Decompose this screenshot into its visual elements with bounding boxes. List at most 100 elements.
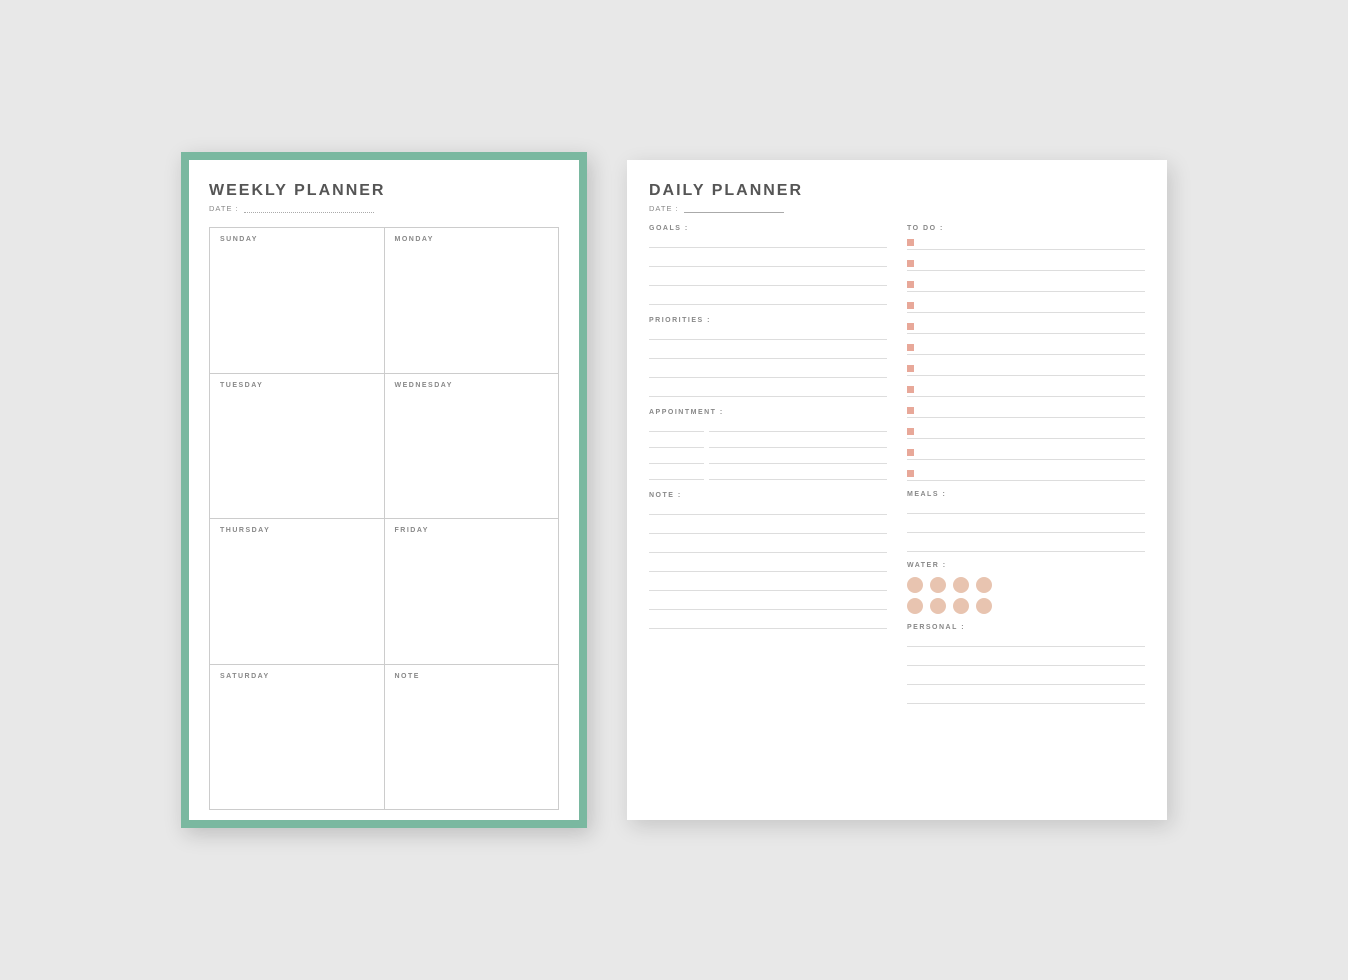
personal-line-1[interactable] — [907, 635, 1145, 647]
todo-line-5 — [919, 320, 1145, 333]
priorities-label: PRIORITIES : — [649, 317, 887, 324]
appointment-section: APPOINTMENT : — [649, 409, 887, 480]
todo-item-2[interactable] — [907, 257, 1145, 271]
goals-line-1[interactable] — [649, 236, 887, 248]
weekly-cell-monday: MONDAY — [385, 228, 560, 374]
todo-bullet-8 — [907, 386, 914, 393]
note-line-7[interactable] — [649, 617, 887, 629]
weekly-cell-saturday: SATURDAY — [210, 665, 385, 811]
personal-line-3[interactable] — [907, 673, 1145, 685]
weekly-date-row: DATE : — [209, 204, 559, 213]
monday-label: MONDAY — [395, 236, 549, 243]
weekly-cell-sunday: SUNDAY — [210, 228, 385, 374]
goals-line-3[interactable] — [649, 274, 887, 286]
meals-line-1[interactable] — [907, 502, 1145, 514]
todo-item-6[interactable] — [907, 341, 1145, 355]
todo-item-12[interactable] — [907, 467, 1145, 481]
note-line-4[interactable] — [649, 560, 887, 572]
daily-left: GOALS : PRIORITIES : — [649, 225, 887, 806]
priorities-line-3[interactable] — [649, 366, 887, 378]
todo-item-4[interactable] — [907, 299, 1145, 313]
todo-bullet-11 — [907, 449, 914, 456]
sunday-label: SUNDAY — [220, 236, 374, 243]
todo-bullet-2 — [907, 260, 914, 267]
water-circle-4[interactable] — [976, 577, 992, 593]
todo-bullet-9 — [907, 407, 914, 414]
meals-line-2[interactable] — [907, 521, 1145, 533]
weekly-date-dots[interactable] — [244, 212, 374, 213]
todo-line-3 — [919, 278, 1145, 291]
todo-item-5[interactable] — [907, 320, 1145, 334]
personal-section: PERSONAL : — [907, 624, 1145, 704]
note-line-3[interactable] — [649, 541, 887, 553]
todo-item-1[interactable] — [907, 236, 1145, 250]
todo-bullet-3 — [907, 281, 914, 288]
friday-label: FRIDAY — [395, 527, 549, 534]
appt-desc-3[interactable] — [709, 452, 887, 464]
weekly-cell-friday: FRIDAY — [385, 519, 560, 665]
priorities-line-1[interactable] — [649, 328, 887, 340]
water-circle-5[interactable] — [907, 598, 923, 614]
appt-time-4[interactable] — [649, 468, 704, 480]
personal-line-2[interactable] — [907, 654, 1145, 666]
water-section: WATER : — [907, 562, 1145, 614]
weekly-cell-note: NOTE — [385, 665, 560, 811]
todo-item-3[interactable] — [907, 278, 1145, 292]
meals-section: MEALS : — [907, 491, 1145, 552]
wednesday-label: WEDNESDAY — [395, 382, 549, 389]
goals-line-2[interactable] — [649, 255, 887, 267]
todo-line-2 — [919, 257, 1145, 270]
meals-line-3[interactable] — [907, 540, 1145, 552]
water-circle-1[interactable] — [907, 577, 923, 593]
todo-item-9[interactable] — [907, 404, 1145, 418]
weekly-cell-tuesday: TUESDAY — [210, 374, 385, 520]
todo-item-10[interactable] — [907, 425, 1145, 439]
meals-lines — [907, 502, 1145, 552]
thursday-label: THURSDAY — [220, 527, 374, 534]
todo-lines — [907, 236, 1145, 481]
todo-line-4 — [919, 299, 1145, 312]
todo-bullet-7 — [907, 365, 914, 372]
todo-item-7[interactable] — [907, 362, 1145, 376]
note-line-6[interactable] — [649, 598, 887, 610]
water-circle-3[interactable] — [953, 577, 969, 593]
appt-time-2[interactable] — [649, 436, 704, 448]
weekly-grid: SUNDAY MONDAY TUESDAY WEDNESDAY THURSDAY… — [209, 227, 559, 810]
personal-line-4[interactable] — [907, 692, 1145, 704]
water-label: WATER : — [907, 562, 1145, 569]
todo-line-8 — [919, 383, 1145, 396]
todo-item-8[interactable] — [907, 383, 1145, 397]
todo-bullet-5 — [907, 323, 914, 330]
goals-lines — [649, 236, 887, 305]
water-circle-2[interactable] — [930, 577, 946, 593]
todo-line-10 — [919, 425, 1145, 438]
weekly-cell-wednesday: WEDNESDAY — [385, 374, 560, 520]
priorities-line-2[interactable] — [649, 347, 887, 359]
water-circles — [907, 577, 1145, 614]
todo-section: TO DO : — [907, 225, 1145, 481]
todo-label: TO DO : — [907, 225, 1145, 232]
priorities-line-4[interactable] — [649, 385, 887, 397]
appt-desc-2[interactable] — [709, 436, 887, 448]
note-section-label: NOTE : — [649, 492, 887, 499]
priorities-lines — [649, 328, 887, 397]
appt-time-1[interactable] — [649, 420, 704, 432]
note-line-1[interactable] — [649, 503, 887, 515]
appt-desc-4[interactable] — [709, 468, 887, 480]
appt-time-3[interactable] — [649, 452, 704, 464]
goals-line-4[interactable] — [649, 293, 887, 305]
note-lines — [649, 503, 887, 629]
water-circle-6[interactable] — [930, 598, 946, 614]
priorities-section: PRIORITIES : — [649, 317, 887, 397]
todo-item-11[interactable] — [907, 446, 1145, 460]
water-circle-7[interactable] — [953, 598, 969, 614]
meals-label: MEALS : — [907, 491, 1145, 498]
note-line-5[interactable] — [649, 579, 887, 591]
appt-desc-1[interactable] — [709, 420, 887, 432]
note-line-2[interactable] — [649, 522, 887, 534]
daily-date-line[interactable] — [684, 212, 784, 213]
water-circle-8[interactable] — [976, 598, 992, 614]
todo-bullet-4 — [907, 302, 914, 309]
weekly-cell-thursday: THURSDAY — [210, 519, 385, 665]
daily-title: DAILY PLANNER — [649, 182, 1145, 200]
